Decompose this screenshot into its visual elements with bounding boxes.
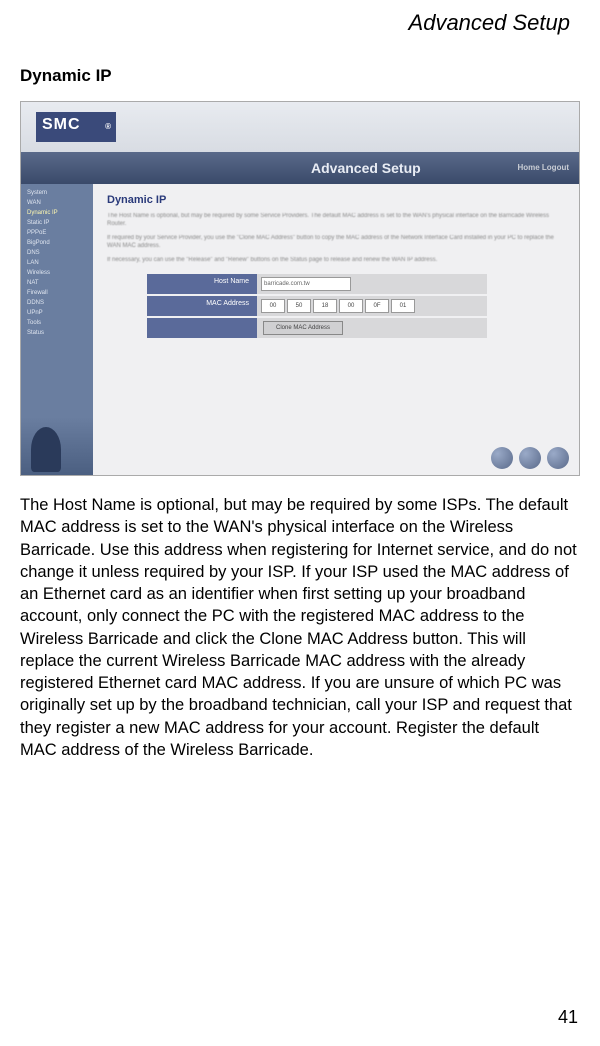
mac-input-5[interactable]: 01 <box>391 299 415 313</box>
apply-icon[interactable] <box>519 447 541 469</box>
sidebar-item-nat[interactable]: NAT <box>23 278 91 288</box>
sidebar-item-system[interactable]: System <box>23 188 91 198</box>
panel-desc-3: If necessary, you can use the "Release" … <box>107 256 565 264</box>
sidebar-item-dynamic-ip[interactable]: Dynamic IP <box>23 208 91 218</box>
form-row-mac: MAC Address 00 50 18 00 0F 01 <box>147 296 487 316</box>
clone-mac-button[interactable]: Clone MAC Address <box>263 321 343 335</box>
section-title: Dynamic IP <box>20 66 580 86</box>
page-header: Advanced Setup <box>20 0 580 36</box>
sidebar-item-firewall[interactable]: Firewall <box>23 288 91 298</box>
ss-form: Host Name barricade.com.tw MAC Address 0… <box>147 274 487 338</box>
sidebar-item-lan[interactable]: LAN <box>23 258 91 268</box>
smc-logo: SMC <box>36 112 116 142</box>
mac-address-field: 00 50 18 00 0F 01 <box>257 296 487 316</box>
ss-footer-icons <box>491 447 569 469</box>
sidebar-item-bigpond[interactable]: BigPond <box>23 238 91 248</box>
panel-desc-2: If required by your Service Provider, yo… <box>107 234 565 251</box>
clone-field: Clone MAC Address <box>257 318 487 338</box>
sidebar-item-ddns[interactable]: DDNS <box>23 298 91 308</box>
mac-input-1[interactable]: 50 <box>287 299 311 313</box>
sidebar-item-wireless[interactable]: Wireless <box>23 268 91 278</box>
mac-address-label: MAC Address <box>147 296 257 316</box>
ss-sidebar: System WAN Dynamic IP Static IP PPPoE Bi… <box>21 184 93 476</box>
panel-title: Dynamic IP <box>107 194 565 206</box>
ss-banner-title: Advanced Setup <box>311 160 421 176</box>
sidebar-item-dns[interactable]: DNS <box>23 248 91 258</box>
sidebar-item-wan[interactable]: WAN <box>23 198 91 208</box>
ss-banner-links[interactable]: Home Logout <box>517 152 569 184</box>
sidebar-item-status[interactable]: Status <box>23 328 91 338</box>
help-icon[interactable] <box>491 447 513 469</box>
sidebar-item-static-ip[interactable]: Static IP <box>23 218 91 228</box>
ss-content: Dynamic IP The Host Name is optional, bu… <box>93 184 579 476</box>
mac-input-4[interactable]: 0F <box>365 299 389 313</box>
host-name-input[interactable]: barricade.com.tw <box>261 277 351 291</box>
mac-input-0[interactable]: 00 <box>261 299 285 313</box>
sidebar-item-tools[interactable]: Tools <box>23 318 91 328</box>
clone-spacer <box>147 318 257 338</box>
page-number: 41 <box>558 1007 578 1028</box>
embedded-screenshot: SMC Advanced Setup Home Logout System WA… <box>20 101 580 476</box>
form-row-host: Host Name barricade.com.tw <box>147 274 487 294</box>
ss-body: System WAN Dynamic IP Static IP PPPoE Bi… <box>21 184 579 476</box>
sidebar-item-upnp[interactable]: UPnP <box>23 308 91 318</box>
mac-input-3[interactable]: 00 <box>339 299 363 313</box>
ss-banner: Advanced Setup Home Logout <box>21 152 579 184</box>
ss-header: SMC <box>21 102 579 152</box>
body-paragraph: The Host Name is optional, but may be re… <box>20 494 580 761</box>
host-name-field: barricade.com.tw <box>257 274 487 294</box>
sidebar-figure <box>31 427 61 472</box>
sidebar-image <box>21 417 93 476</box>
panel-desc-1: The Host Name is optional, but may be re… <box>107 212 565 229</box>
mac-input-2[interactable]: 18 <box>313 299 337 313</box>
host-name-label: Host Name <box>147 274 257 294</box>
form-row-clone: Clone MAC Address <box>147 318 487 338</box>
sidebar-item-pppoe[interactable]: PPPoE <box>23 228 91 238</box>
cancel-icon[interactable] <box>547 447 569 469</box>
